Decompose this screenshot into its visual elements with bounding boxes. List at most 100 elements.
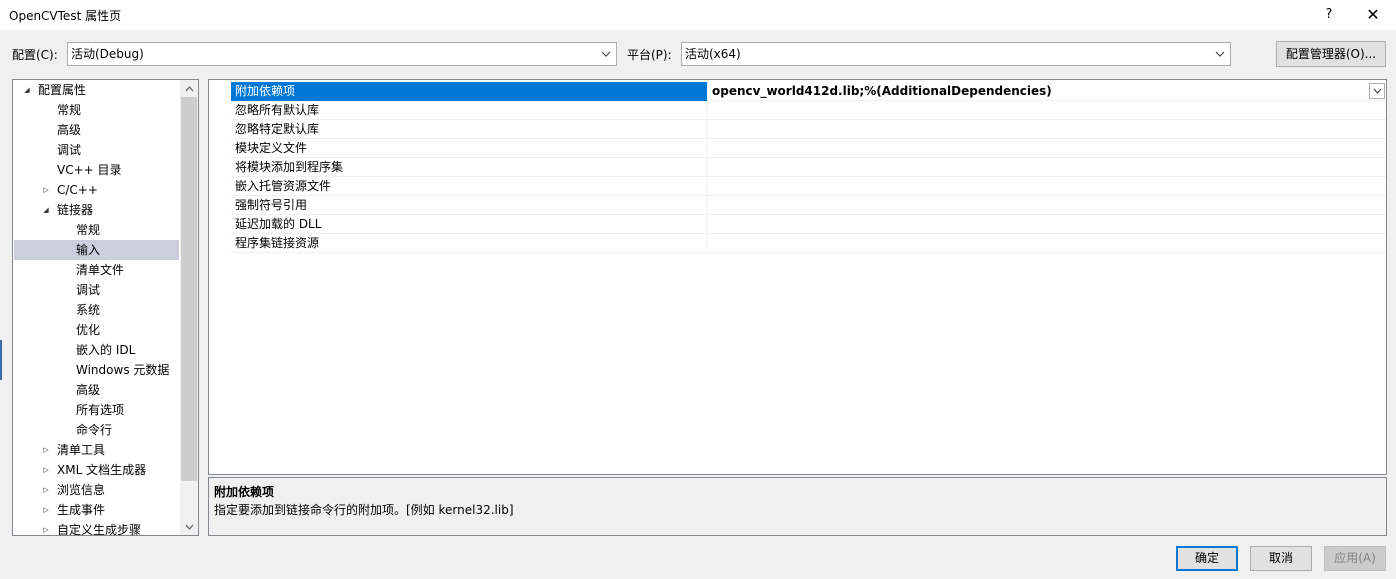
tree-item-label: C/C++ xyxy=(57,183,98,197)
chevron-down-icon xyxy=(1214,43,1226,65)
property-value-text: opencv_world412d.lib;%(AdditionalDepende… xyxy=(712,84,1052,98)
property-value[interactable] xyxy=(708,158,1386,177)
property-name[interactable]: 延迟加载的 DLL xyxy=(231,215,708,234)
expand-icon[interactable]: ▷ xyxy=(41,520,51,535)
property-value[interactable] xyxy=(708,101,1386,120)
chevron-down-icon[interactable] xyxy=(1369,83,1385,99)
tree-item-linker[interactable]: ◢ 链接器 xyxy=(14,200,179,220)
tree-item-system[interactable]: 系统 xyxy=(14,300,179,320)
tree-item-linker-debugging[interactable]: 调试 xyxy=(14,280,179,300)
tree-item-optimization[interactable]: 优化 xyxy=(14,320,179,340)
tree-item-c-cpp[interactable]: ▷ C/C++ xyxy=(14,180,179,200)
tree-item-windows-metadata[interactable]: Windows 元数据 xyxy=(14,360,179,380)
tree-item-label: 高级 xyxy=(57,123,82,137)
property-value[interactable] xyxy=(708,120,1386,139)
grid-row-assembly-link-resource[interactable]: 程序集链接资源 xyxy=(209,234,1386,253)
scroll-down-icon[interactable] xyxy=(180,518,198,535)
config-combo-value: 活动(Debug) xyxy=(71,47,144,61)
expand-icon[interactable]: ▷ xyxy=(41,460,51,480)
collapse-icon[interactable]: ◢ xyxy=(41,200,51,220)
expand-icon[interactable]: ▷ xyxy=(41,500,51,520)
property-name[interactable]: 忽略所有默认库 xyxy=(231,101,708,120)
property-name[interactable]: 程序集链接资源 xyxy=(231,234,708,253)
grid-row-ignore-specific-default-libraries[interactable]: 忽略特定默认库 xyxy=(209,120,1386,139)
property-value[interactable]: opencv_world412d.lib;%(AdditionalDepende… xyxy=(708,82,1386,101)
grid-row-add-module-to-assembly[interactable]: 将模块添加到程序集 xyxy=(209,158,1386,177)
tree-item-label: 输入 xyxy=(76,243,101,257)
window-title: OpenCVTest 属性页 xyxy=(9,9,122,23)
property-name[interactable]: 附加依赖项 xyxy=(231,82,708,101)
tree-item-label: 嵌入的 IDL xyxy=(76,343,136,357)
cancel-button[interactable]: 取消 xyxy=(1250,546,1312,571)
property-value[interactable] xyxy=(708,177,1386,196)
grid-row-embed-managed-resource-file[interactable]: 嵌入托管资源文件 xyxy=(209,177,1386,196)
grid-row-additional-dependencies[interactable]: 附加依赖项 opencv_world412d.lib;%(AdditionalD… xyxy=(209,82,1386,101)
property-name[interactable]: 将模块添加到程序集 xyxy=(231,158,708,177)
grid-row-module-definition-file[interactable]: 模块定义文件 xyxy=(209,139,1386,158)
tree-item-label: 所有选项 xyxy=(76,403,125,417)
tree-item-linker-advanced[interactable]: 高级 xyxy=(14,380,179,400)
tree-item-label: 浏览信息 xyxy=(57,483,106,497)
tree-item-manifest-tool[interactable]: ▷ 清单工具 xyxy=(14,440,179,460)
tree-item-browse-info[interactable]: ▷ 浏览信息 xyxy=(14,480,179,500)
tree-item-xml-doc-generator[interactable]: ▷ XML 文档生成器 xyxy=(14,460,179,480)
property-name[interactable]: 嵌入托管资源文件 xyxy=(231,177,708,196)
property-value[interactable] xyxy=(708,196,1386,215)
scroll-up-icon[interactable] xyxy=(180,80,198,97)
tree-item-label: 常规 xyxy=(57,103,82,117)
ok-button[interactable]: 确定 xyxy=(1176,546,1238,571)
property-value[interactable] xyxy=(708,139,1386,158)
grid-row-delay-loaded-dlls[interactable]: 延迟加载的 DLL xyxy=(209,215,1386,234)
description-title: 附加依赖项 xyxy=(214,485,275,499)
row-gutter xyxy=(209,215,231,234)
tree-item-advanced[interactable]: 高级 xyxy=(14,120,179,140)
tree-item-label: XML 文档生成器 xyxy=(57,463,147,477)
tree-item-manifest-file[interactable]: 清单文件 xyxy=(14,260,179,280)
expand-icon[interactable]: ▷ xyxy=(41,440,51,460)
tree-item-label: 调试 xyxy=(57,143,82,157)
expand-icon[interactable]: ▷ xyxy=(41,180,51,200)
tree-item-custom-build-step[interactable]: ▷ 自定义生成步骤 xyxy=(14,520,179,535)
row-gutter xyxy=(209,101,231,120)
property-name[interactable]: 模块定义文件 xyxy=(231,139,708,158)
tree-item-all-options[interactable]: 所有选项 xyxy=(14,400,179,420)
help-icon[interactable]: ? xyxy=(1306,0,1352,30)
grid-row-force-symbol-references[interactable]: 强制符号引用 xyxy=(209,196,1386,215)
tree-item-vc-directories[interactable]: VC++ 目录 xyxy=(14,160,179,180)
tree-item-label: 常规 xyxy=(76,223,101,237)
scroll-thumb[interactable] xyxy=(181,97,197,481)
tree-item-label: 调试 xyxy=(76,283,101,297)
config-combo[interactable]: 活动(Debug) xyxy=(67,42,617,66)
property-name[interactable]: 强制符号引用 xyxy=(231,196,708,215)
tree-item-general[interactable]: 常规 xyxy=(14,100,179,120)
property-value[interactable] xyxy=(708,234,1386,253)
grid-row-ignore-all-default-libraries[interactable]: 忽略所有默认库 xyxy=(209,101,1386,120)
row-gutter xyxy=(209,82,231,101)
tree-item-linker-general[interactable]: 常规 xyxy=(14,220,179,240)
platform-combo-value: 活动(x64) xyxy=(685,47,741,61)
tree-item-embedded-idl[interactable]: 嵌入的 IDL xyxy=(14,340,179,360)
tree-item-debugging[interactable]: 调试 xyxy=(14,140,179,160)
tree-item-command-line[interactable]: 命令行 xyxy=(14,420,179,440)
row-gutter xyxy=(209,177,231,196)
tree-item-build-events[interactable]: ▷ 生成事件 xyxy=(14,500,179,520)
collapse-icon[interactable]: ◢ xyxy=(22,80,32,100)
platform-combo[interactable]: 活动(x64) xyxy=(681,42,1231,66)
property-name[interactable]: 忽略特定默认库 xyxy=(231,120,708,139)
property-value[interactable] xyxy=(708,215,1386,234)
tree-item-label: 自定义生成步骤 xyxy=(57,523,142,535)
close-icon[interactable]: ✕ xyxy=(1350,0,1396,30)
tree-item-label: VC++ 目录 xyxy=(57,163,122,177)
window-edge-accent xyxy=(0,340,2,380)
property-grid: 附加依赖项 opencv_world412d.lib;%(AdditionalD… xyxy=(208,79,1387,475)
config-label: 配置(C): xyxy=(12,48,58,62)
platform-label: 平台(P): xyxy=(627,48,672,62)
tree-item-linker-input[interactable]: 输入 xyxy=(14,240,179,260)
config-manager-button[interactable]: 配置管理器(O)... xyxy=(1276,41,1386,67)
property-tree[interactable]: ◢ 配置属性 常规 高级 调试 VC++ 目录 ▷ C/C++ ◢ 链接器 常规… xyxy=(12,79,199,536)
apply-button[interactable]: 应用(A) xyxy=(1324,546,1386,571)
tree-scrollbar[interactable] xyxy=(180,80,198,535)
expand-icon[interactable]: ▷ xyxy=(41,480,51,500)
chevron-down-icon xyxy=(600,43,612,65)
tree-item-config-properties[interactable]: ◢ 配置属性 xyxy=(14,80,179,100)
